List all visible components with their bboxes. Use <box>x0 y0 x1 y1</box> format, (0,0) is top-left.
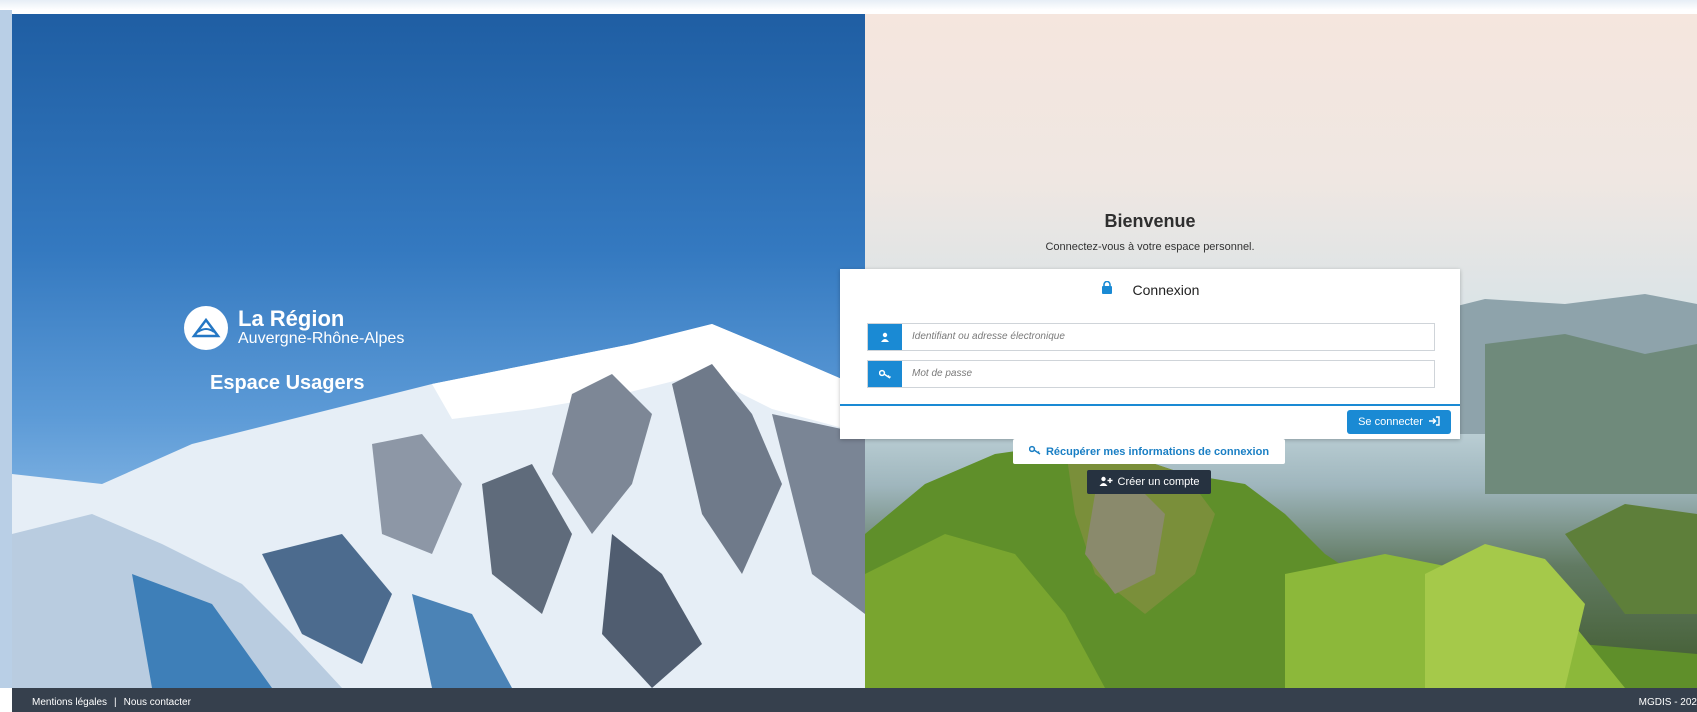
welcome-subtitle: Connectez-vous à votre espace personnel. <box>1045 241 1255 253</box>
region-name: La Région <box>238 306 345 331</box>
footer-separator: | <box>114 697 117 708</box>
create-account-button[interactable]: Créer un compte <box>1087 470 1211 494</box>
login-card-header: Connexion <box>840 279 1460 301</box>
login-card: Connexion Se connecter <box>840 269 1460 439</box>
app-name: Espace Usagers <box>210 372 365 394</box>
password-input[interactable] <box>902 361 1434 385</box>
login-submit-button[interactable]: Se connecter <box>1347 410 1451 434</box>
footer: Mentions légales | Nous contacter MGDIS … <box>12 688 1697 712</box>
footer-version: MGDIS - 202 <box>1638 697 1697 708</box>
frame-top-bar <box>0 0 1697 10</box>
page-frame: La Région Auvergne-Rhône-Alpes Espace Us… <box>0 0 1697 712</box>
left-hero-panel: La Région Auvergne-Rhône-Alpes Espace Us… <box>12 14 865 688</box>
user-icon <box>868 324 902 350</box>
region-logo-icon <box>184 306 228 350</box>
user-plus-icon <box>1099 476 1113 489</box>
frame-left-border <box>0 10 12 688</box>
sign-in-icon <box>1428 415 1440 429</box>
legal-notice-link[interactable]: Mentions légales <box>32 697 107 708</box>
create-label: Créer un compte <box>1117 476 1200 488</box>
login-title: Connexion <box>1132 282 1200 298</box>
region-brand: La Région Auvergne-Rhône-Alpes <box>184 306 404 350</box>
region-brand-text: La Région Auvergne-Rhône-Alpes <box>238 308 404 348</box>
region-subtitle: Auvergne-Rhône-Alpes <box>238 330 405 347</box>
username-field <box>867 323 1435 351</box>
lock-icon <box>1101 280 1113 299</box>
key-icon <box>1028 445 1041 458</box>
username-input[interactable] <box>902 324 1434 348</box>
card-divider <box>840 404 1460 406</box>
snowy-mountain-illustration <box>12 324 865 688</box>
recover-label: Récupérer mes informations de connexion <box>1045 445 1270 458</box>
welcome-title: Bienvenue <box>1104 211 1196 231</box>
submit-label: Se connecter <box>1358 416 1423 428</box>
contact-link[interactable]: Nous contacter <box>124 697 191 708</box>
footer-links: Mentions légales | Nous contacter <box>32 697 191 708</box>
password-field <box>867 360 1435 388</box>
recover-credentials-link[interactable]: Récupérer mes informations de connexion <box>1013 439 1285 464</box>
key-icon <box>868 361 902 387</box>
